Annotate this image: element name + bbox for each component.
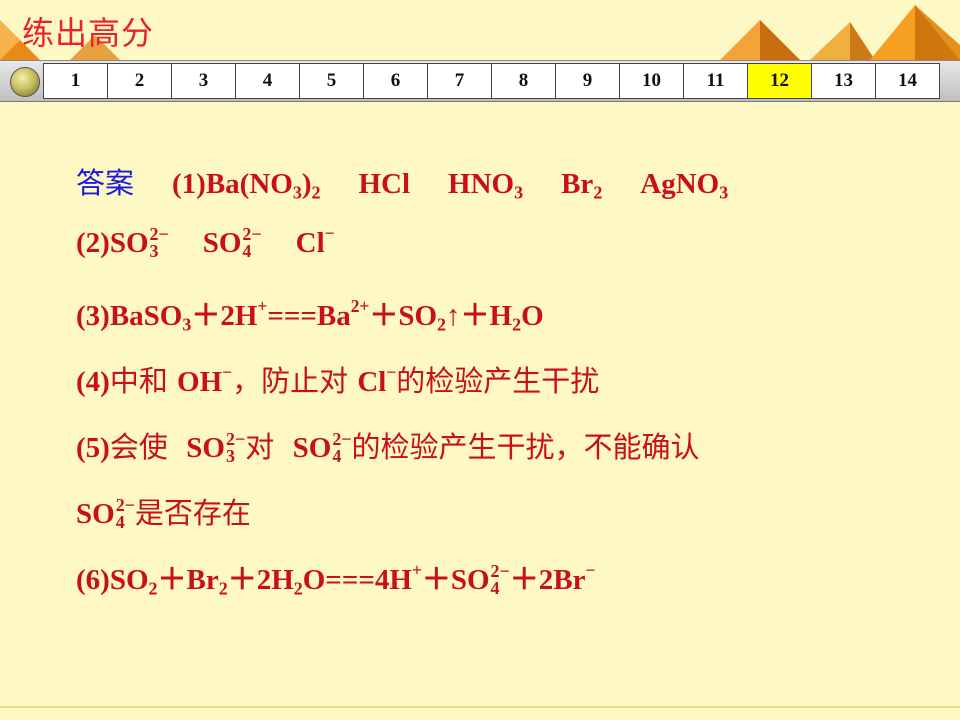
formula-so3: (2)SO: [76, 227, 149, 260]
superscript: 2+: [350, 295, 370, 316]
superscript: −: [386, 361, 397, 382]
subscript: 4: [332, 446, 342, 467]
chinese-text: 的检验产生干扰: [396, 364, 600, 398]
answer-line-2: (2)SO 2− 3 SO 2− 4 Cl−: [76, 223, 936, 292]
sup-sub-stack: 2− 3: [149, 225, 169, 262]
equation-part: ＋SO: [369, 300, 438, 332]
page-tab-1[interactable]: 1: [43, 63, 108, 99]
page-tab-12[interactable]: 12: [747, 63, 812, 99]
subscript: 2: [293, 578, 303, 599]
formula-cl: Cl: [357, 366, 387, 398]
answer-line-1: 答案 (1)Ba(NO3)2 HCl HNO3 Br2 AgNO3: [76, 160, 936, 226]
subscript: 4: [115, 512, 125, 533]
chinese-text: ，防止对: [232, 364, 358, 398]
formula-so3: SO: [186, 432, 225, 464]
sup-sub-stack: 2− 3: [225, 430, 245, 467]
item-number: (5): [76, 432, 110, 464]
answer-content: 答案 (1)Ba(NO3)2 HCl HNO3 Br2 AgNO3 (2)SO 2− 3 SO 2…: [76, 160, 936, 622]
sup-sub-stack: 2− 4: [242, 225, 261, 262]
subscript: 3: [514, 182, 524, 203]
page-tab-5[interactable]: 5: [299, 63, 364, 99]
answer-label: 答案: [76, 166, 135, 200]
answer-line-3: (3)BaSO3＋2H+===Ba2+＋SO2↑＋H2O: [76, 292, 936, 358]
superscript: +: [411, 559, 422, 580]
superscript: +: [257, 295, 268, 316]
subscript: 3: [149, 241, 159, 262]
page-tab-3[interactable]: 3: [171, 63, 236, 99]
formula-ba-no3: (1)Ba(NO: [172, 168, 293, 200]
chinese-text: 会使: [109, 430, 187, 464]
bottom-divider: [0, 706, 960, 708]
page-tab-14[interactable]: 14: [875, 63, 940, 99]
page-tab-10[interactable]: 10: [619, 63, 684, 99]
equation-part: O: [521, 300, 544, 332]
superscript: −: [222, 361, 233, 382]
formula-hno3: HNO: [448, 168, 515, 200]
paren: ): [301, 168, 312, 200]
subscript: 2: [218, 578, 228, 599]
page-tab-7[interactable]: 7: [427, 63, 492, 99]
page-navigation-bar: 1 2 3 4 5 6 7 8 9 10 11 12 13 14: [0, 60, 960, 102]
sup-sub-stack: 2− 4: [332, 430, 351, 467]
superscript: −: [585, 559, 596, 580]
page-tab-2[interactable]: 2: [107, 63, 172, 99]
formula-so4: SO: [76, 498, 115, 530]
pyramid-decoration-right: [720, 5, 960, 60]
slide-header: 练出高分: [0, 0, 960, 60]
chinese-text: 中和: [109, 364, 178, 398]
page-tab-13[interactable]: 13: [811, 63, 876, 99]
formula-cl-ion: Cl: [295, 227, 325, 260]
slide-title: 练出高分: [22, 14, 155, 52]
equation-part: (3)BaSO: [76, 300, 183, 332]
subscript: 2: [593, 182, 603, 203]
answer-line-7: (6)SO2＋Br2＋2H2O===4H+＋SO 2− 4 ＋2Br−: [76, 556, 936, 622]
answer-line-6: SO 2− 4 是否存在: [76, 490, 936, 556]
formula-agno3: AgNO: [640, 168, 720, 200]
formula-br2: Br: [561, 168, 594, 200]
page-tab-6[interactable]: 6: [363, 63, 428, 99]
chinese-text: 是否存在: [134, 496, 251, 530]
page-tab-4[interactable]: 4: [235, 63, 300, 99]
subscript: 4: [242, 241, 252, 262]
formula-oh: OH: [177, 366, 223, 398]
subscript: 2: [311, 182, 321, 203]
formula-hcl: HCl: [358, 168, 411, 200]
chinese-text: 对: [245, 430, 293, 464]
equation-part: ＋2H: [227, 564, 294, 596]
subscript: 3: [719, 182, 729, 203]
subscript: 4: [490, 578, 500, 599]
subscript: 3: [292, 182, 302, 203]
subscript: 2: [512, 314, 522, 335]
equation-part: ＋2Br: [509, 564, 586, 596]
answer-line-4: (4)中和 OH−，防止对 Cl−的检验产生干扰: [76, 358, 936, 424]
equation-part: ===Ba: [267, 300, 351, 332]
page-tab-11[interactable]: 11: [683, 63, 748, 99]
subscript: 2: [437, 314, 447, 335]
subscript: 3: [225, 446, 235, 467]
equation-part: ＋Br: [157, 564, 219, 596]
equation-part: O===4H: [302, 564, 412, 596]
superscript: −: [324, 223, 335, 243]
subscript: 3: [182, 314, 192, 335]
item-number: (4): [76, 366, 110, 398]
formula-so4: SO: [292, 432, 332, 464]
equation-part: ↑＋H: [446, 300, 513, 332]
page-tab-8[interactable]: 8: [491, 63, 556, 99]
equation-part: ＋2H: [191, 300, 258, 332]
chinese-text: 的检验产生干扰，不能确认: [351, 430, 700, 464]
sup-sub-stack: 2− 4: [115, 496, 135, 533]
home-button-icon[interactable]: [10, 67, 40, 97]
page-tabs: 1 2 3 4 5 6 7 8 9 10 11 12 13 14: [43, 63, 940, 99]
equation-part: ＋SO: [421, 564, 490, 596]
formula-so4: SO: [202, 227, 242, 260]
answer-line-5: (5)会使 SO 2− 3 对 SO 2− 4 的检验产生干扰，不能确认: [76, 424, 936, 490]
page-tab-9[interactable]: 9: [555, 63, 620, 99]
equation-part: (6)SO: [76, 564, 149, 596]
sup-sub-stack: 2− 4: [490, 562, 510, 599]
